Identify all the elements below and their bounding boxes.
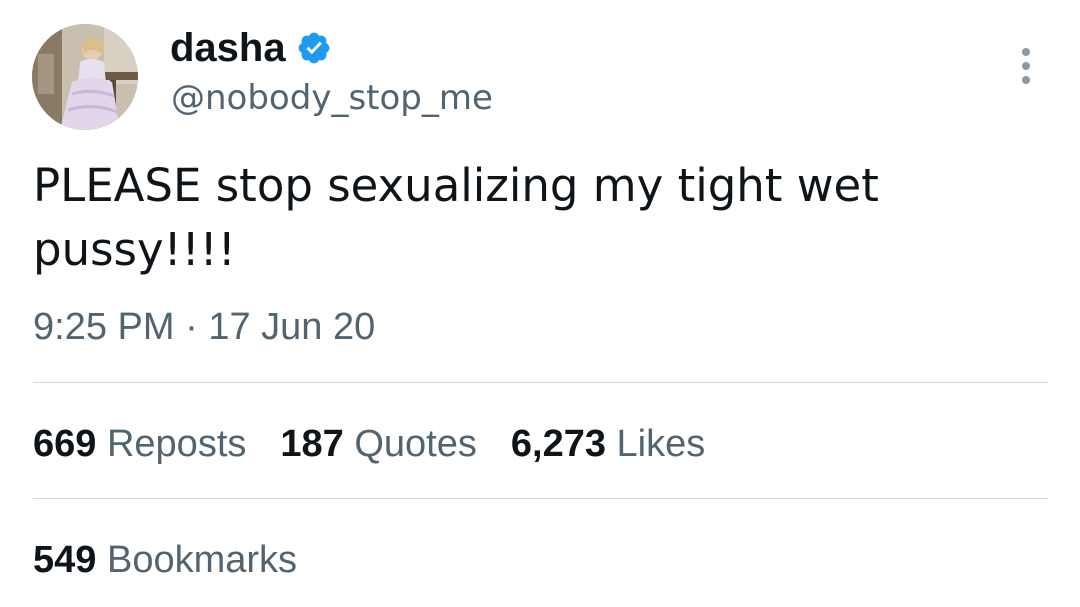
quotes-stat[interactable]: 187 Quotes xyxy=(280,418,477,470)
quotes-count: 187 xyxy=(280,423,344,465)
user-handle[interactable]: @nobody_stop_me xyxy=(171,74,493,122)
avatar-photo-icon xyxy=(32,24,138,130)
avatar[interactable] xyxy=(32,24,138,130)
author-name-row: dasha xyxy=(170,22,332,74)
likes-count: 6,273 xyxy=(510,423,606,465)
engagement-stats: 669 Reposts 187 Quotes 6,273 Likes xyxy=(33,418,739,470)
display-name[interactable]: dasha xyxy=(170,22,286,74)
timestamp-separator: · xyxy=(185,306,198,348)
likes-label: Likes xyxy=(616,423,706,465)
more-dot-icon xyxy=(1022,76,1030,84)
divider xyxy=(33,498,1048,499)
tweet-time[interactable]: 9:25 PM xyxy=(33,306,175,348)
reposts-count: 669 xyxy=(33,423,97,465)
verified-badge-icon xyxy=(296,30,332,66)
more-dot-icon xyxy=(1022,48,1030,56)
bookmarks-stat[interactable]: 549 Bookmarks xyxy=(33,534,331,586)
likes-stat[interactable]: 6,273 Likes xyxy=(511,418,705,470)
tweet-date[interactable]: 17 Jun 20 xyxy=(208,306,375,348)
bookmarks-count: 549 xyxy=(33,539,97,581)
quotes-label: Quotes xyxy=(354,423,477,465)
tweet-text: PLEASE stop sexualizing my tight wet pus… xyxy=(33,159,879,276)
bookmarks-label: Bookmarks xyxy=(106,539,298,581)
more-dot-icon xyxy=(1022,62,1030,70)
tweet-timestamp[interactable]: 9:25 PM · 17 Jun 20 xyxy=(33,303,375,351)
divider xyxy=(33,382,1048,383)
more-options-button[interactable] xyxy=(1010,44,1042,88)
reposts-label: Reposts xyxy=(106,423,247,465)
reposts-stat[interactable]: 669 Reposts xyxy=(33,418,246,470)
tweet-card: dasha @nobody_stop_me PLEASE stop sexual… xyxy=(0,0,1080,607)
